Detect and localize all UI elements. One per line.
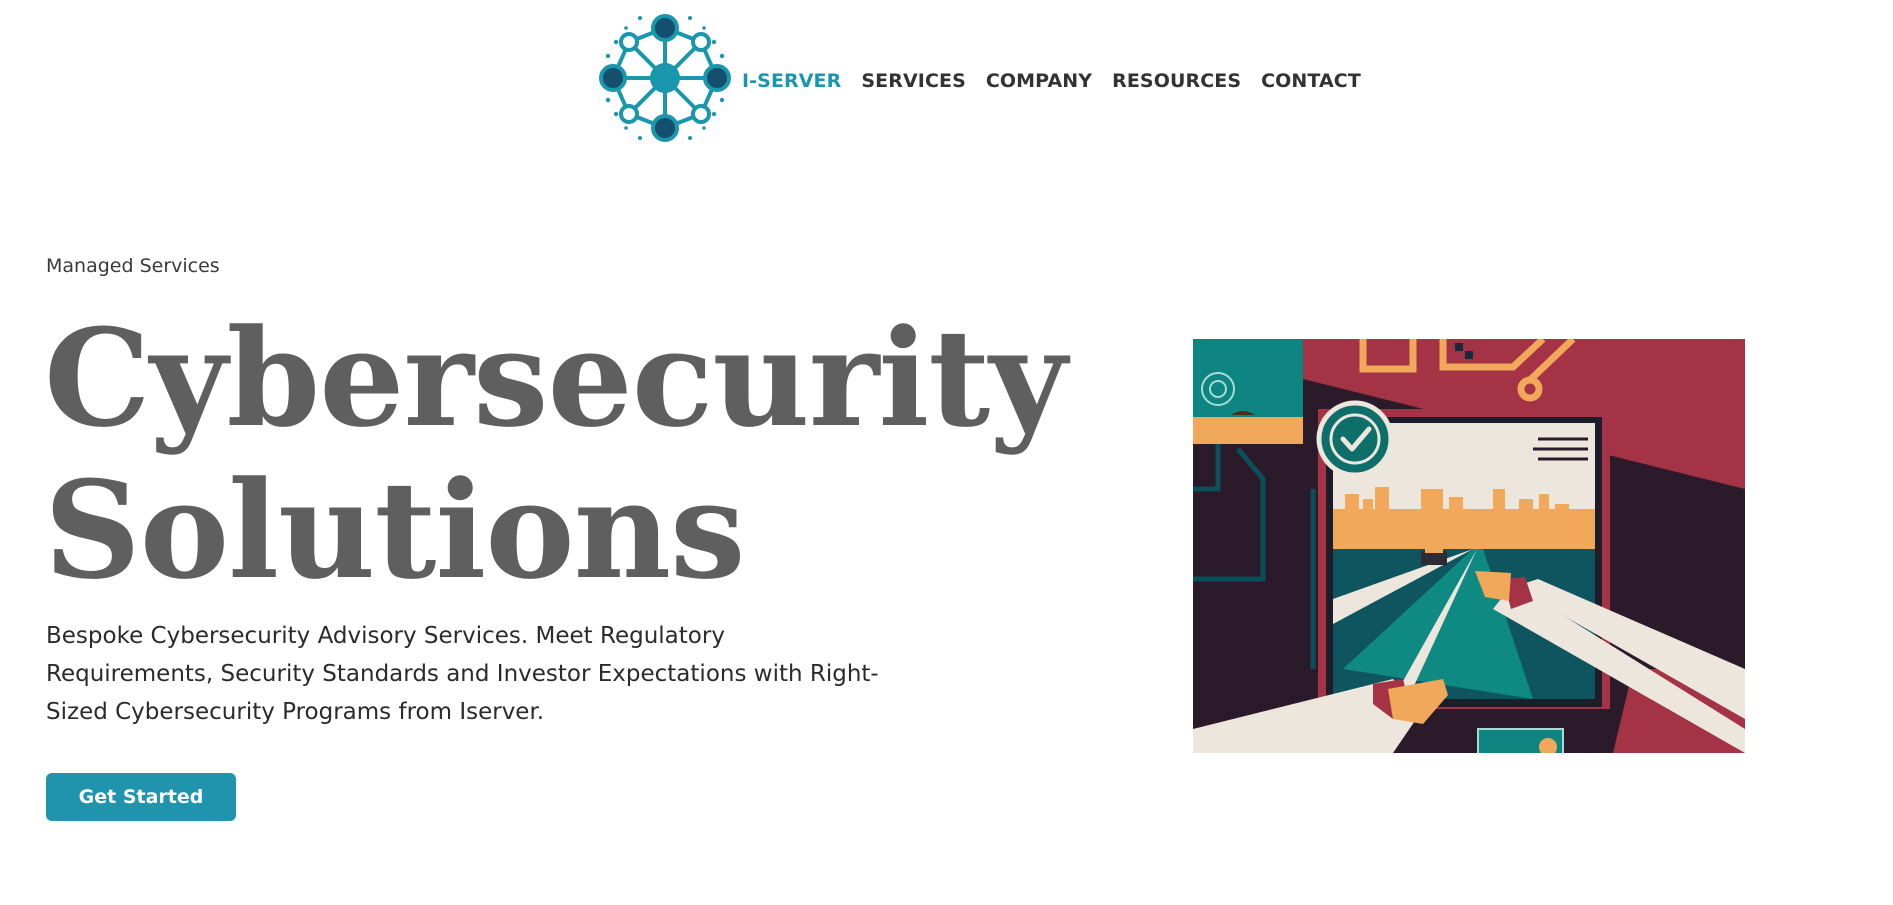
secure-browsing-illustration bbox=[1193, 339, 1745, 753]
nav-item-company[interactable]: COMPANY bbox=[986, 70, 1092, 92]
hero-intro-text: Bespoke Cybersecurity Advisory Services.… bbox=[46, 623, 879, 725]
hero-illustration bbox=[1193, 339, 1745, 753]
get-started-button[interactable]: Get Started bbox=[46, 773, 236, 821]
site-logo[interactable] bbox=[596, 12, 734, 144]
nav-item-i-server[interactable]: I-SERVER bbox=[742, 70, 841, 92]
main-nav: I-SERVER SERVICES COMPANY RESOURCES CONT… bbox=[742, 62, 1381, 100]
hero-headline: Cybersecurity Solutions bbox=[44, 302, 1144, 606]
network-hub-logo-icon bbox=[599, 14, 731, 142]
nav-item-resources[interactable]: RESOURCES bbox=[1112, 70, 1241, 92]
hero-eyebrow: Managed Services bbox=[46, 255, 220, 277]
site-header: I-SERVER SERVICES COMPANY RESOURCES CONT… bbox=[0, 0, 1893, 160]
nav-item-services[interactable]: SERVICES bbox=[861, 70, 965, 92]
hero-headline-line-2: Solutions bbox=[44, 451, 746, 609]
nav-item-contact[interactable]: CONTACT bbox=[1261, 70, 1361, 92]
hero-headline-line-1: Cybersecurity bbox=[44, 299, 1067, 457]
